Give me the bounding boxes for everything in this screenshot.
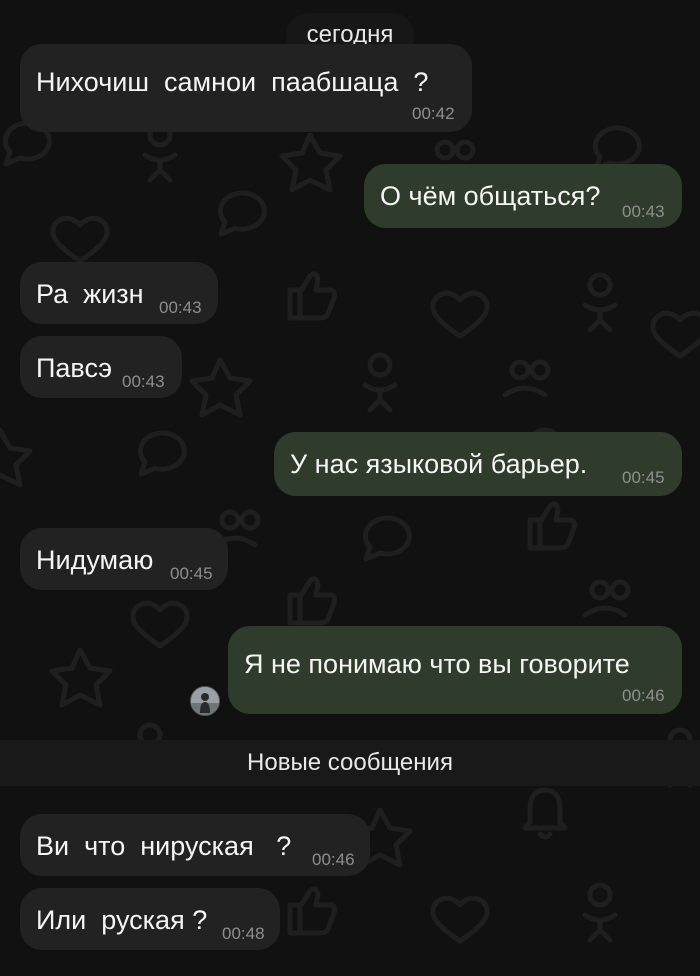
incoming-message[interactable]: Нихочиш самнои паабшаца ? 00:42 xyxy=(20,44,472,132)
message-text: Я не понимаю что вы говорите xyxy=(244,649,630,679)
user-avatar[interactable] xyxy=(190,686,220,716)
outgoing-message[interactable]: У нас языковой барьер. 00:45 xyxy=(274,432,682,496)
incoming-message[interactable]: Ви что нируская ? 00:46 xyxy=(20,814,370,876)
message-time: 00:45 xyxy=(170,564,213,583)
message-text: У нас языковой барьер. xyxy=(290,449,588,479)
incoming-message[interactable]: Или руская ? 00:48 xyxy=(20,888,280,950)
chat-feed: сегодня Нихочиш самнои паабшаца ? 00:42 … xyxy=(0,0,700,976)
message-time: 00:46 xyxy=(622,686,665,705)
message-text: Павсэ xyxy=(36,353,113,383)
message-text: Или руская ? xyxy=(36,905,208,935)
message-time: 00:46 xyxy=(312,850,355,869)
message-text: Нихочиш самнои паабшаца ? xyxy=(36,67,429,97)
message-text: Ра жизн xyxy=(36,279,144,309)
message-time: 00:48 xyxy=(222,924,265,943)
incoming-message[interactable]: Павсэ 00:43 xyxy=(20,336,182,398)
message-text: Нидумаю xyxy=(36,545,154,575)
message-time: 00:43 xyxy=(159,298,202,317)
message-time: 00:45 xyxy=(622,468,665,487)
message-time: 00:43 xyxy=(622,202,665,221)
message-text: О чём общаться? xyxy=(380,181,601,211)
message-time: 00:42 xyxy=(412,104,455,123)
new-messages-label: Новые сообщения xyxy=(247,749,453,776)
incoming-message[interactable]: Нидумаю 00:45 xyxy=(20,528,228,590)
message-text: Ви что нируская ? xyxy=(36,831,292,861)
incoming-message[interactable]: Ра жизн 00:43 xyxy=(20,262,218,324)
outgoing-message[interactable]: О чём общаться? 00:43 xyxy=(364,164,682,228)
message-time: 00:43 xyxy=(122,372,165,391)
outgoing-message[interactable]: Я не понимаю что вы говорите 00:46 xyxy=(228,626,682,714)
